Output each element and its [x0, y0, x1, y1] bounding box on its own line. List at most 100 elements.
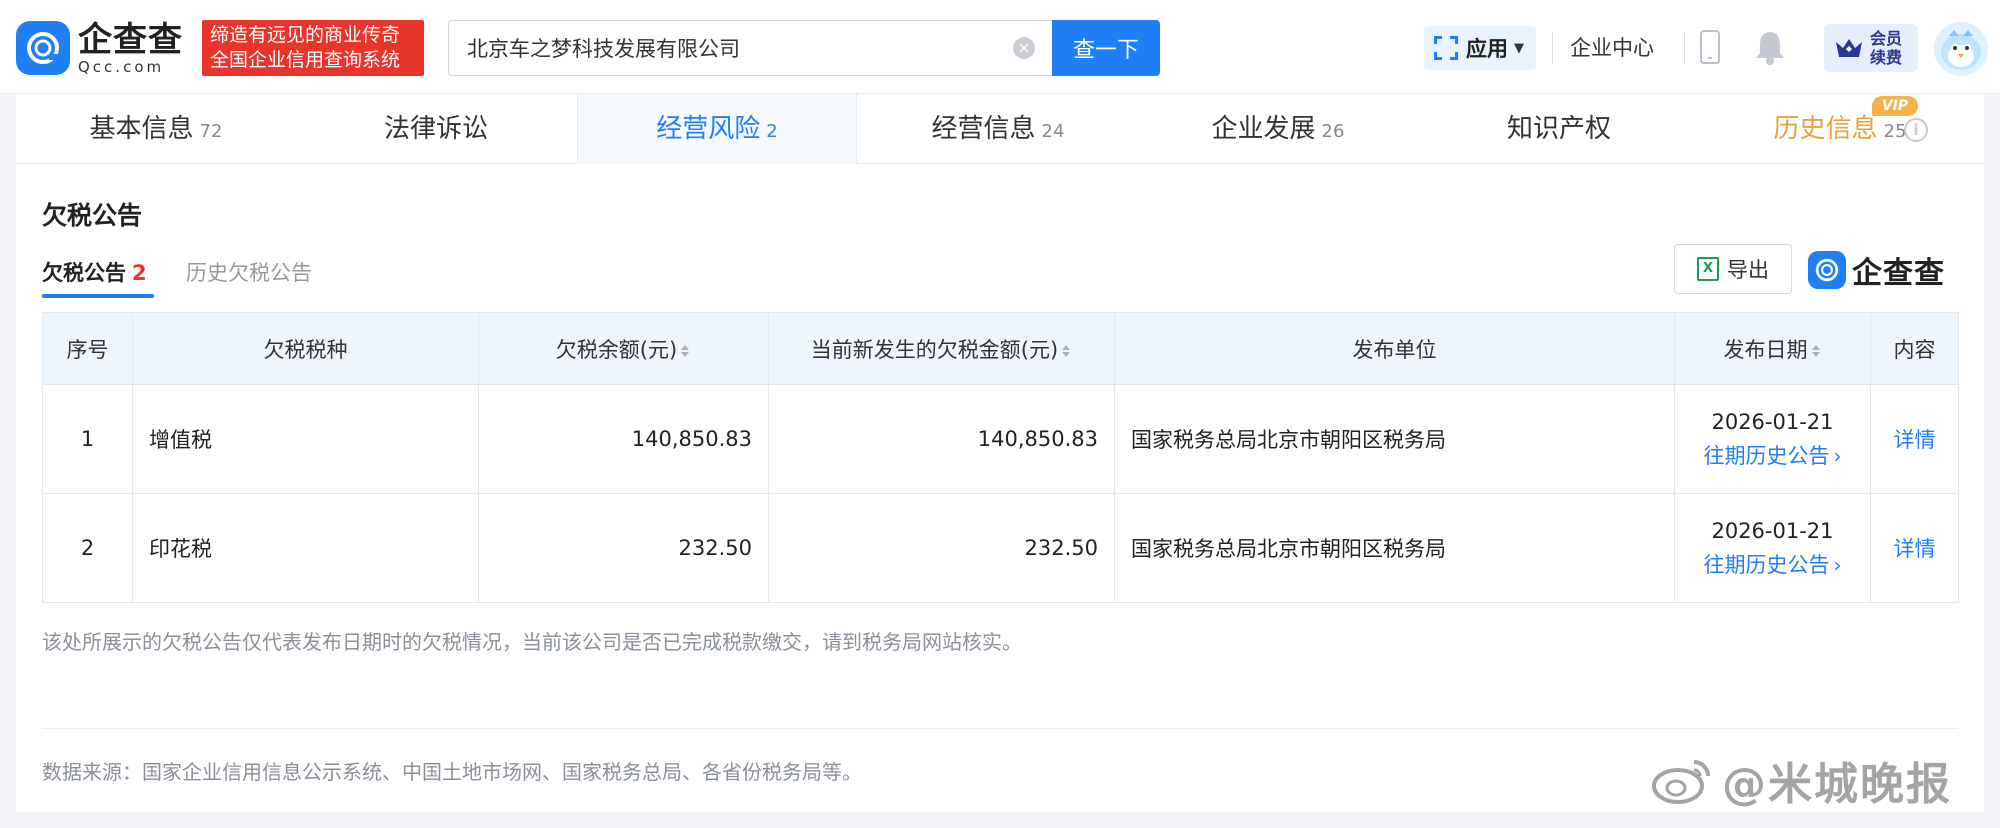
date-value: 2026-01-21 [1711, 519, 1834, 543]
cell-index: 1 [42, 384, 133, 494]
avatar[interactable] [1934, 22, 1988, 76]
vip-line-1: 会员 [1870, 29, 1903, 48]
search-button[interactable]: 查一下 [1052, 20, 1160, 76]
detail-link[interactable]: 详情 [1870, 493, 1959, 603]
apps-button[interactable]: 应用 ▼ [1424, 26, 1536, 70]
company-tabs: 基本信息 72 法律诉讼 经营风险 2 经营信息 24 企业发展 26 知识产权 历史信… [16, 94, 1984, 165]
data-source: 数据来源：国家企业信用信息公示系统、中国土地市场网、国家税务总局、各省份税务局等… [42, 760, 862, 784]
expand-icon [1434, 36, 1458, 60]
col-label: 当前新发生的欠税金额(元) [810, 337, 1059, 362]
table-row: 1 增值税 140,850.83 140,850.83 国家税务总局北京市朝阳区… [42, 384, 1959, 494]
cell-tax-type: 增值税 [132, 384, 479, 494]
tab-development[interactable]: 企业发展 26 [1138, 94, 1418, 164]
cell-balance: 140,850.83 [478, 384, 769, 494]
tax-arrears-panel: 欠税公告 欠税公告 2 历史欠税公告 X 导出 企查查 序号 欠税税种 欠税余额… [16, 164, 1984, 812]
subtab-tax-notice[interactable]: 欠税公告 2 [42, 258, 147, 288]
subtab-count: 2 [132, 261, 147, 285]
qcc-logo-icon [16, 21, 70, 75]
export-label: 导出 [1727, 258, 1769, 282]
disclaimer-note: 该处所展示的欠税公告仅代表发布日期时的欠税情况，当前该公司是否已完成税款缴交，请… [42, 630, 1022, 654]
vip-badge: VIP [1872, 96, 1918, 116]
sort-icon[interactable] [1062, 344, 1072, 357]
watermark: @米城晚报 [1650, 750, 1952, 810]
weibo-icon [1652, 760, 1710, 804]
tab-label: 知识产权 [1506, 114, 1611, 144]
tab-label: 历史信息 [1773, 114, 1878, 144]
col-content: 内容 [1870, 312, 1959, 385]
subtab-label: 欠税公告 [42, 261, 126, 285]
history-notice-link[interactable]: 往期历史公告 › [1675, 439, 1870, 473]
tab-basic-info[interactable]: 基本信息 72 [16, 94, 296, 164]
detail-link[interactable]: 详情 [1870, 384, 1959, 494]
cell-new-amount: 140,850.83 [768, 384, 1115, 494]
brand-name: 企查查 [1852, 256, 1945, 291]
watermark-text: @米城晚报 [1722, 759, 1952, 810]
slogan-line-1: 缔造有远见的商业传奇 [210, 24, 401, 46]
vip-line-2: 续费 [1870, 48, 1903, 67]
qcc-logo-icon [1808, 251, 1846, 289]
qcc-logo[interactable]: 企查查 Qcc.com [16, 20, 196, 76]
clear-icon[interactable]: × [1013, 37, 1035, 59]
col-publisher: 发布单位 [1114, 312, 1675, 385]
cell-tax-type: 印花税 [132, 493, 479, 603]
col-new-amount[interactable]: 当前新发生的欠税金额(元) [768, 312, 1115, 385]
tab-business-risk[interactable]: 经营风险 2 [577, 94, 857, 165]
slogan-line-2: 全国企业信用查询系统 [210, 49, 401, 71]
bell-icon[interactable] [1752, 28, 1788, 66]
chevron-right-icon: › [1833, 444, 1842, 468]
cell-new-amount: 232.50 [768, 493, 1115, 603]
section-title: 欠税公告 [42, 201, 143, 230]
tab-business-info[interactable]: 经营信息 24 [858, 94, 1138, 164]
cell-balance: 232.50 [478, 493, 769, 603]
link-label: 往期历史公告 [1703, 444, 1830, 468]
col-tax-type: 欠税税种 [132, 312, 479, 385]
tab-label: 经营信息 [931, 114, 1036, 144]
slogan-banner: 缔造有远见的商业传奇 全国企业信用查询系统 [202, 20, 424, 76]
apps-label: 应用 [1466, 37, 1508, 61]
tab-count: 72 [199, 121, 223, 142]
sort-icon[interactable] [1811, 344, 1822, 357]
col-balance[interactable]: 欠税余额(元) [478, 312, 769, 385]
phone-icon[interactable] [1700, 30, 1720, 64]
col-label: 欠税余额(元) [555, 337, 678, 362]
top-header: 企查查 Qcc.com 缔造有远见的商业传奇 全国企业信用查询系统 × 查一下 … [0, 0, 2000, 94]
search-box: × [448, 20, 1052, 76]
cell-date: 2026-01-21 往期历史公告 › [1674, 493, 1871, 603]
col-date[interactable]: 发布日期 [1674, 312, 1871, 385]
tab-ip[interactable]: 知识产权 [1419, 94, 1699, 164]
tab-count: 24 [1041, 121, 1065, 142]
history-notice-link[interactable]: 往期历史公告 › [1675, 548, 1870, 582]
chevron-right-icon: › [1833, 553, 1842, 577]
sort-icon[interactable] [681, 344, 691, 357]
vip-renew-button[interactable]: 会员 续费 [1824, 24, 1918, 72]
cell-date: 2026-01-21 往期历史公告 › [1674, 384, 1871, 494]
date-value: 2026-01-21 [1711, 410, 1834, 434]
link-label: 往期历史公告 [1703, 553, 1830, 577]
table-header-row: 序号 欠税税种 欠税余额(元) 当前新发生的欠税金额(元) 发布单位 发布日期 … [42, 312, 1959, 385]
table-row: 2 印花税 232.50 232.50 国家税务总局北京市朝阳区税务局 2026… [42, 493, 1959, 603]
divider [1552, 32, 1553, 64]
export-button[interactable]: X 导出 [1674, 244, 1792, 294]
cell-publisher: 国家税务总局北京市朝阳区税务局 [1114, 384, 1675, 494]
search-input[interactable] [467, 21, 1007, 75]
excel-icon: X [1697, 257, 1719, 281]
tab-count: 2 [766, 121, 778, 142]
tab-history-info[interactable]: 历史信息 25 [1700, 94, 1980, 164]
subtab-underline [42, 294, 154, 298]
cell-index: 2 [42, 493, 133, 603]
col-label: 发布日期 [1723, 337, 1808, 362]
tab-label: 企业发展 [1211, 114, 1316, 144]
tab-label: 法律诉讼 [383, 114, 488, 144]
tax-arrears-table: 序号 欠税税种 欠税余额(元) 当前新发生的欠税金额(元) 发布单位 发布日期 … [42, 312, 1959, 603]
logo-domain: Qcc.com [78, 58, 165, 76]
logo-name: 企查查 [78, 20, 183, 60]
enterprise-center-link[interactable]: 企业中心 [1570, 32, 1654, 64]
col-index: 序号 [42, 312, 133, 385]
tab-litigation[interactable]: 法律诉讼 [296, 94, 576, 164]
crown-icon [1836, 39, 1862, 57]
divider [42, 728, 1958, 729]
divider [1684, 32, 1685, 64]
subtab-history-tax-notice[interactable]: 历史欠税公告 [186, 258, 312, 288]
brand-logo: 企查查 [1808, 248, 1945, 292]
info-icon[interactable]: i [1904, 118, 1928, 142]
